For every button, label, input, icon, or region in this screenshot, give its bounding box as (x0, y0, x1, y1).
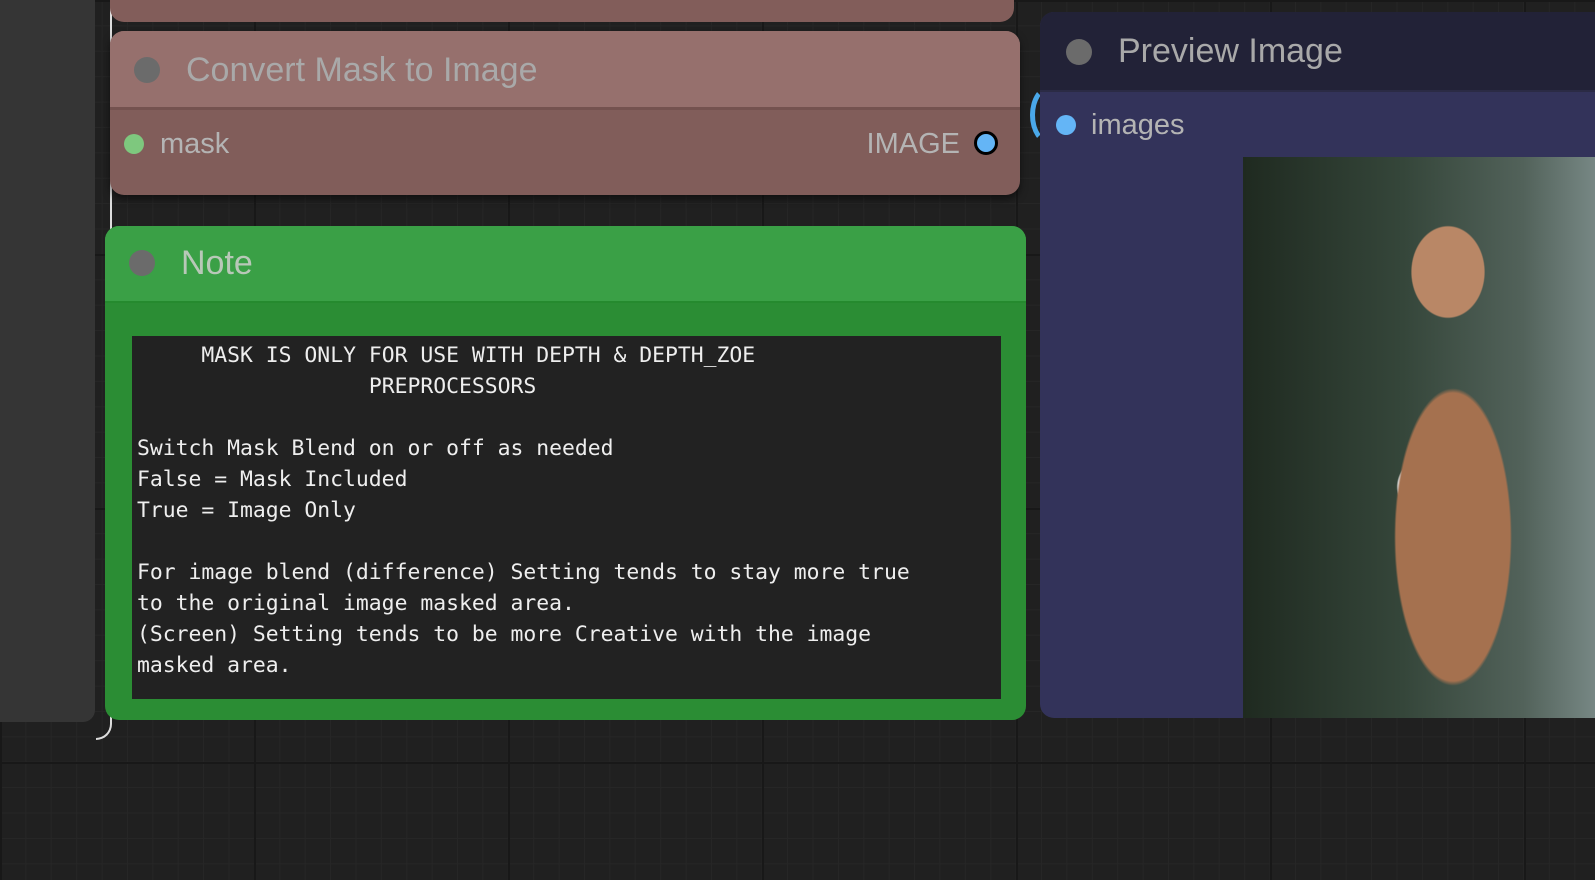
convert-mask-to-image-node[interactable]: Convert Mask to Image mask IMAGE (110, 31, 1020, 195)
preview-image-node[interactable]: Preview Image images (1040, 12, 1595, 718)
image-output-slot[interactable] (974, 131, 998, 155)
node-header[interactable]: Preview Image (1040, 12, 1595, 92)
left-node-panel (0, 0, 95, 722)
preview-image[interactable] (1243, 157, 1595, 718)
note-textarea[interactable]: MASK IS ONLY FOR USE WITH DEPTH & DEPTH_… (132, 336, 1001, 699)
image-output-label: IMAGE (866, 128, 960, 160)
node-title: Convert Mask to Image (186, 51, 538, 89)
node-title: Note (181, 244, 253, 282)
node-header[interactable]: Convert Mask to Image (110, 31, 1020, 110)
node-header[interactable]: Note (105, 226, 1026, 303)
upper-node[interactable] (110, 0, 1014, 22)
collapse-dot-icon[interactable] (129, 250, 155, 276)
images-input-label: images (1091, 109, 1185, 141)
note-node[interactable]: Note MASK IS ONLY FOR USE WITH DEPTH & D… (105, 226, 1026, 720)
collapse-dot-icon[interactable] (1066, 39, 1092, 65)
images-input-slot[interactable] (1056, 115, 1076, 135)
mask-input-slot[interactable] (124, 134, 144, 154)
mask-input-label: mask (160, 128, 230, 160)
collapse-dot-icon[interactable] (134, 57, 160, 83)
node-title: Preview Image (1118, 32, 1343, 70)
